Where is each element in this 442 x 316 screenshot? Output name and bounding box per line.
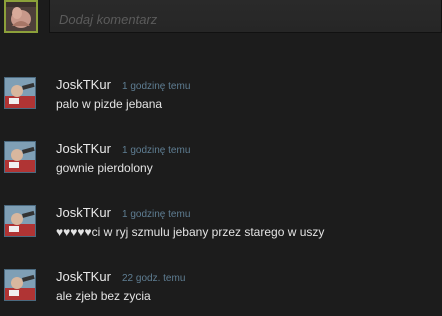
comment-timestamp: 1 godzinę temu <box>122 81 191 92</box>
author-avatar[interactable] <box>4 141 36 173</box>
comments-panel: JoskTKur 1 godzinę temu palo w pizde jeb… <box>0 0 442 316</box>
comment-author[interactable]: JoskTKur <box>56 269 111 284</box>
comment-timestamp: 1 godzinę temu <box>122 145 191 156</box>
comment-text: ale zjeb bez zycia <box>56 289 151 303</box>
comment-author[interactable]: JoskTKur <box>56 77 111 92</box>
comment-item: JoskTKur 1 godzinę temu palo w pizde jeb… <box>0 77 442 117</box>
current-user-avatar[interactable] <box>4 0 38 33</box>
comment-text: palo w pizde jebana <box>56 97 163 111</box>
comment-composer <box>0 0 442 36</box>
author-avatar[interactable] <box>4 205 36 237</box>
comment-timestamp: 1 godzinę temu <box>122 209 191 220</box>
comment-item: JoskTKur 22 godz. temu ale zjeb bez zyci… <box>0 269 442 309</box>
comment-text: gownie pierdolony <box>56 161 153 175</box>
comment-input[interactable] <box>49 0 442 33</box>
comment-item: JoskTKur 1 godzinę temu ♥♥♥♥♥ci w ryj sz… <box>0 205 442 245</box>
comment-item: JoskTKur 1 godzinę temu gownie pierdolon… <box>0 141 442 181</box>
comment-timestamp: 22 godz. temu <box>122 273 186 284</box>
comment-text: ♥♥♥♥♥ci w ryj szmulu jebany przez stareg… <box>56 225 325 239</box>
comment-author[interactable]: JoskTKur <box>56 141 111 156</box>
author-avatar[interactable] <box>4 269 36 301</box>
author-avatar[interactable] <box>4 77 36 109</box>
comment-author[interactable]: JoskTKur <box>56 205 111 220</box>
